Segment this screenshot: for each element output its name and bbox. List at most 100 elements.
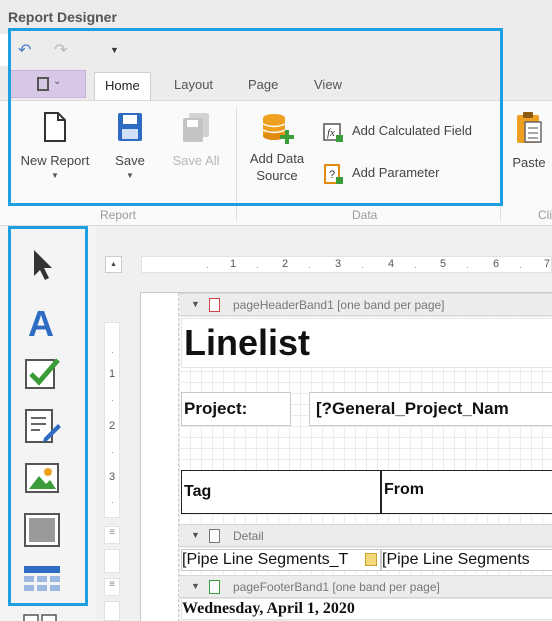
- svg-text:fx: fx: [327, 127, 335, 139]
- redo-icon[interactable]: ↷: [54, 40, 67, 60]
- ruler-tick: 4: [388, 258, 395, 270]
- project-label[interactable]: Project:: [181, 392, 291, 426]
- paste-label: Paste: [512, 155, 546, 170]
- smart-tag-icon[interactable]: [365, 553, 377, 566]
- toolbox-panel: A: [0, 226, 96, 621]
- title-bar: Report Designer: [0, 0, 552, 34]
- page-footer-band-name: pageFooterBand1 [one band per page]: [233, 580, 440, 594]
- chevron-down-icon: ⌄: [53, 76, 62, 87]
- page-margin: [141, 293, 179, 621]
- detail-ruler: [104, 549, 120, 573]
- page-header-band-name: pageHeaderBand1 [one band per page]: [233, 298, 445, 312]
- add-data-source-label: Add Data Source: [249, 151, 305, 183]
- save-disk-icon: [118, 113, 142, 141]
- calculated-field-icon: fx: [323, 123, 343, 142]
- tab-home[interactable]: Home: [94, 72, 151, 100]
- collapse-icon[interactable]: ▼: [191, 299, 200, 309]
- detail-band[interactable]: [Pipe Line Segments_T [Pipe Line Segment…: [179, 547, 552, 575]
- save-button[interactable]: Save ▼: [108, 111, 152, 180]
- group-separator: [500, 107, 501, 221]
- panel-icon: [24, 513, 60, 547]
- save-label: Save: [115, 153, 145, 168]
- ribbon-tab-bar: ⌄ Home Layout Page View: [0, 66, 552, 100]
- tab-layout[interactable]: Layout: [164, 72, 223, 100]
- new-document-icon: [44, 112, 66, 142]
- detail-field-pipe-line-segments-from[interactable]: [Pipe Line Segments: [381, 549, 552, 571]
- save-all-label: Save All: [172, 153, 220, 168]
- group-label-report: Report: [100, 208, 137, 222]
- rich-text-tool[interactable]: [22, 406, 62, 446]
- horizontal-ruler: · 1 · 2 · 3 · 4 · 5 · 6 · 7: [141, 256, 552, 273]
- detail-band-name: Detail: [233, 529, 264, 543]
- page-header-band[interactable]: Linelist Project: [?General_Project_Nam …: [179, 316, 552, 524]
- ruler-tick: 3: [109, 471, 116, 483]
- collapse-icon[interactable]: ▼: [191, 530, 200, 540]
- ruler-tick: 6: [493, 258, 500, 270]
- ruler-tick: 2: [282, 258, 289, 270]
- ruler-corner-button[interactable]: ▲: [105, 256, 122, 273]
- rich-text-icon: [25, 409, 61, 443]
- save-all-button[interactable]: Save All: [164, 111, 228, 169]
- dropdown-arrow-icon[interactable]: ▼: [110, 45, 119, 55]
- database-add-icon: [262, 114, 294, 144]
- footer-ruler: [104, 601, 120, 621]
- ruler-tick: 3: [335, 258, 342, 270]
- report-title[interactable]: Linelist: [181, 318, 552, 368]
- band-ruler-marker: ≡: [104, 578, 120, 596]
- undo-icon[interactable]: ↶: [18, 40, 31, 60]
- column-header-tag[interactable]: Tag: [181, 470, 381, 514]
- ruler-tick: 7: [544, 258, 551, 270]
- checkbox-icon: [25, 358, 60, 389]
- save-all-icon: [183, 113, 209, 142]
- picture-box-icon: [25, 463, 59, 493]
- file-menu-button[interactable]: ⌄: [10, 70, 86, 98]
- parameter-icon: ?: [324, 164, 343, 184]
- caret-down-icon: ▼: [51, 171, 59, 180]
- tab-view[interactable]: View: [304, 72, 352, 100]
- more-tools[interactable]: [22, 612, 62, 621]
- pointer-tool[interactable]: [22, 244, 62, 284]
- add-parameter-label: Add Parameter: [352, 165, 440, 180]
- checkbox-tool[interactable]: [22, 354, 62, 394]
- group-label-clipboard: Cli: [538, 208, 552, 222]
- design-surface: ▲ · 1 · 2 · 3 · 4 · 5 · 6 · 7 · 1 · 2 · …: [96, 226, 552, 621]
- paste-clipboard-icon: [517, 112, 542, 143]
- ruler-tick: 2: [109, 420, 116, 432]
- add-data-source-button[interactable]: Add Data Source: [242, 111, 312, 184]
- detail-band-caption[interactable]: ▼ Detail: [179, 524, 552, 547]
- panel-tool[interactable]: [22, 510, 62, 550]
- window-title: Report Designer: [8, 9, 117, 25]
- detail-band-icon: [209, 529, 220, 543]
- page-header-band-caption[interactable]: ▼ pageHeaderBand1 [one band per page]: [179, 293, 552, 316]
- picture-box-tool[interactable]: [22, 458, 62, 498]
- ruler-tick: 1: [230, 258, 237, 270]
- page-footer-band-caption[interactable]: ▼ pageFooterBand1 [one band per page]: [179, 575, 552, 598]
- add-calculated-field-label: Add Calculated Field: [352, 123, 472, 138]
- project-name-field[interactable]: [?General_Project_Nam: [309, 392, 552, 426]
- grid-icon: [23, 614, 57, 621]
- column-header-from[interactable]: From: [381, 470, 552, 514]
- label-tool[interactable]: A: [22, 302, 62, 344]
- report-page: ▼ pageHeaderBand1 [one band per page] Li…: [140, 292, 552, 621]
- tab-page[interactable]: Page: [238, 72, 288, 100]
- collapse-icon[interactable]: ▼: [191, 581, 200, 591]
- footer-date[interactable]: Wednesday, April 1, 2020: [181, 598, 552, 620]
- new-report-label: New Report: [20, 153, 90, 168]
- svg-text:?: ?: [329, 169, 335, 181]
- ribbon: New Report ▼ Save ▼ Save All Add Data So…: [0, 100, 552, 226]
- ruler-tick: 1: [109, 368, 116, 380]
- label-icon: A: [28, 303, 54, 344]
- group-label-data: Data: [352, 208, 378, 222]
- document-icon: [37, 77, 49, 91]
- page-footer-band[interactable]: Wednesday, April 1, 2020: [179, 598, 552, 621]
- ruler-tick: 5: [440, 258, 447, 270]
- new-report-button[interactable]: New Report ▼: [14, 111, 96, 180]
- table-tool[interactable]: [22, 562, 62, 602]
- vertical-ruler: · 1 · 2 · 3 ·: [104, 322, 120, 518]
- page-footer-band-icon: [209, 580, 220, 594]
- group-separator: [236, 107, 237, 221]
- paste-button[interactable]: Paste: [506, 111, 552, 171]
- quick-access-toolbar: ↶ ↷ ▼: [8, 34, 552, 66]
- detail-field-pipe-line-segments-tag[interactable]: [Pipe Line Segments_T: [181, 549, 381, 571]
- band-ruler-marker: ≡: [104, 526, 120, 544]
